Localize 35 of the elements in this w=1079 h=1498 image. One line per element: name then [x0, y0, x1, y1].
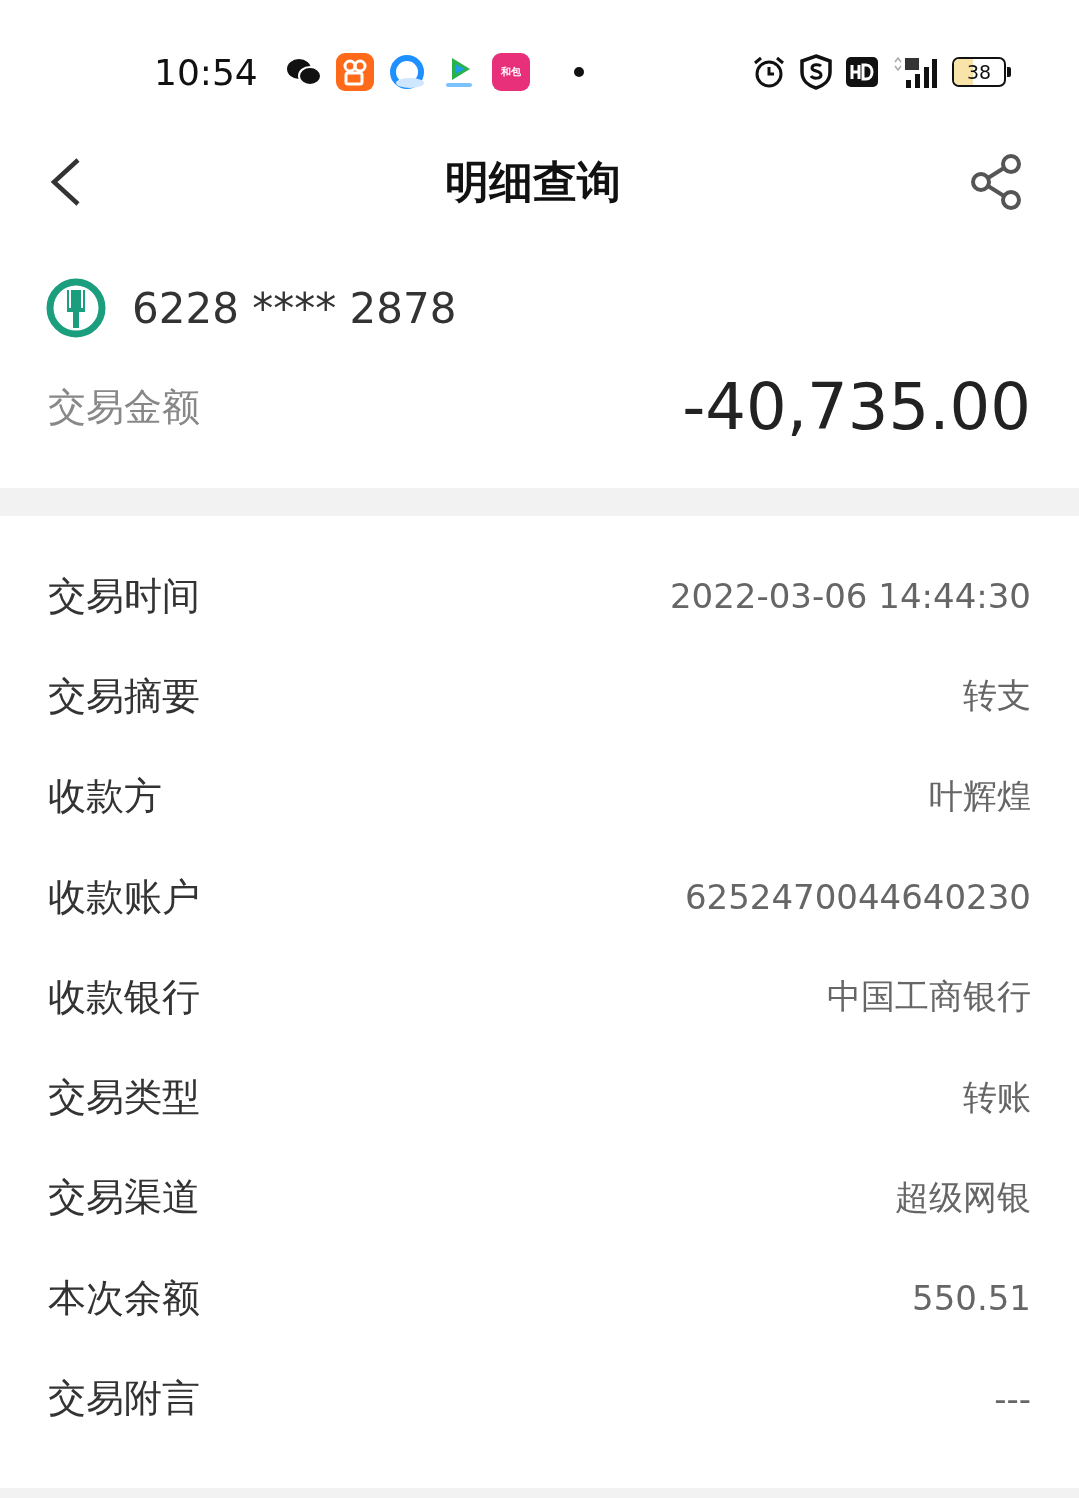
detail-value: 2022-03-06 14:44:30 — [669, 576, 1031, 617]
notification-dot — [573, 67, 584, 77]
hd-icon — [846, 57, 878, 87]
amount-label: 交易金额 — [48, 383, 200, 431]
detail-label: 交易时间 — [48, 572, 200, 620]
detail-value: 中国工商银行 — [827, 975, 1031, 1019]
page-title: 明细查询 — [444, 154, 621, 209]
detail-label: 收款方 — [48, 773, 162, 821]
app-icon — [335, 53, 374, 91]
share-icon[interactable] — [969, 152, 1023, 212]
detail-label: 交易渠道 — [48, 1174, 200, 1222]
detail-label: 交易类型 — [48, 1074, 200, 1122]
detail-label: 交易附言 — [48, 1375, 200, 1422]
detail-value: 超级网银 — [895, 1175, 1031, 1219]
detail-label: 交易摘要 — [48, 672, 200, 720]
detail-value: 转支 — [963, 674, 1031, 718]
detail-label: 收款账户 — [48, 873, 200, 921]
amount-value: -40,735.00 — [682, 370, 1031, 444]
detail-value: 550.51 — [912, 1278, 1031, 1319]
detail-value: --- — [994, 1378, 1031, 1419]
status-time: 10:54 — [154, 51, 258, 93]
shield-icon — [800, 54, 832, 90]
back-icon[interactable] — [48, 157, 82, 207]
detail-value: 转账 — [963, 1075, 1031, 1119]
detail-value: 6252470044640230 — [684, 877, 1031, 918]
detail-label: 本次余额 — [48, 1274, 200, 1322]
bank-logo-icon — [46, 278, 106, 338]
detail-value: 叶辉煌 — [929, 774, 1031, 818]
app-icon: 和包 — [491, 53, 530, 91]
alarm-icon — [752, 55, 786, 89]
signal-icon — [892, 56, 938, 88]
account-number: 6228 **** 2878 — [132, 283, 457, 333]
chat-icon — [285, 57, 322, 87]
detail-label: 收款银行 — [48, 973, 200, 1021]
browser-icon — [387, 53, 426, 91]
